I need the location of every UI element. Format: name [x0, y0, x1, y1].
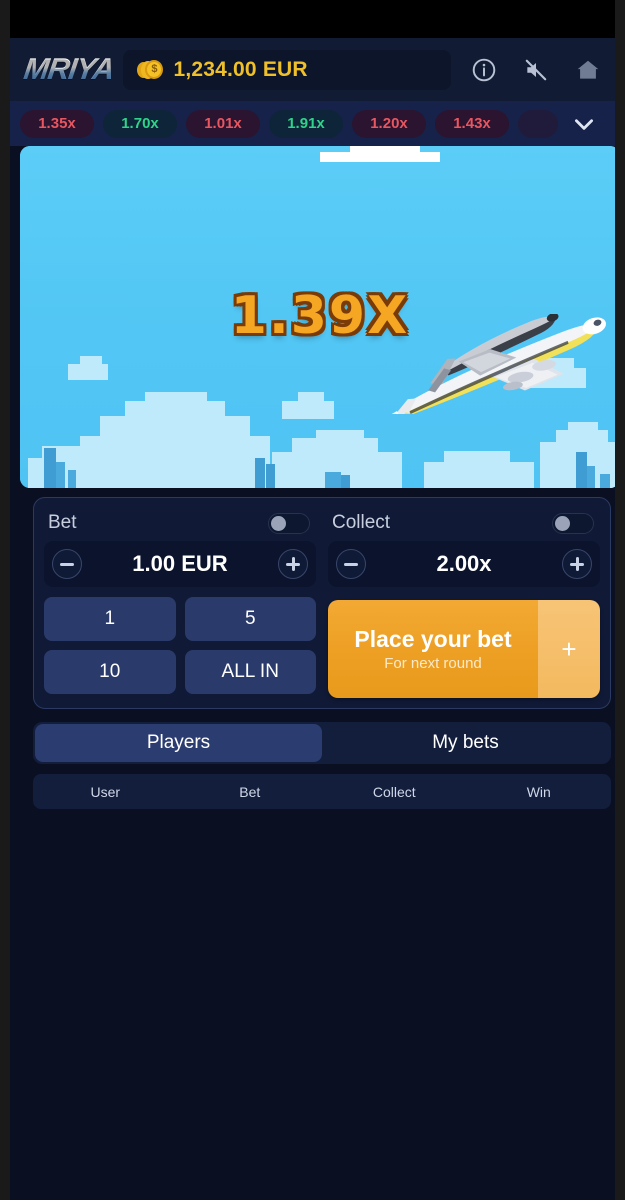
- plus-icon: [286, 557, 300, 571]
- status-bar: [10, 0, 615, 38]
- coins-icon: $: [137, 59, 164, 81]
- place-bet-title: Place your bet: [354, 626, 512, 652]
- minus-icon: [60, 562, 74, 566]
- collect-increase-button[interactable]: [562, 549, 592, 579]
- history-chip[interactable]: 1.91x: [269, 109, 343, 138]
- app-root: MRIYA $ 1,234.00 EUR 1.35x 1.70x 1.01x 1…: [10, 0, 615, 1200]
- bet-column: Bet 1.00 EUR 1 5 10 ALL IN: [44, 508, 316, 698]
- quick-bet-grid: 1 5 10 ALL IN: [44, 597, 316, 694]
- bet-column-header: Bet: [44, 508, 316, 538]
- home-icon[interactable]: [575, 57, 601, 83]
- history-chip[interactable]: 1.01x: [186, 109, 260, 138]
- coin-dollar-symbol: $: [145, 59, 164, 79]
- players-table-header: User Bet Collect Win: [33, 774, 611, 809]
- place-bet-main[interactable]: Place your bet For next round: [328, 600, 538, 698]
- bet-panel: Bet 1.00 EUR 1 5 10 ALL IN Collect 2.00x…: [33, 497, 611, 709]
- history-chip[interactable]: 1.20x: [352, 109, 426, 138]
- collect-auto-toggle[interactable]: [552, 512, 594, 534]
- history-chip[interactable]: 1.43x: [435, 109, 509, 138]
- column-header-user: User: [90, 783, 121, 800]
- place-bet-button[interactable]: Place your bet For next round +: [328, 600, 600, 698]
- history-chip[interactable]: 1.35x: [20, 109, 94, 138]
- quick-bet-5[interactable]: 5: [184, 597, 316, 641]
- sound-muted-icon[interactable]: [523, 57, 549, 83]
- place-bet-subtitle: For next round: [384, 655, 482, 672]
- quick-bet-10[interactable]: 10: [44, 650, 176, 694]
- column-header-collect: Collect: [372, 783, 416, 800]
- header-icon-group: [471, 57, 601, 83]
- bet-amount-stepper: 1.00 EUR: [44, 541, 316, 587]
- toggle-knob: [271, 515, 286, 531]
- history-expand-button[interactable]: [561, 109, 607, 139]
- chevron-down-icon: [575, 119, 593, 130]
- list-tabs: Players My bets: [33, 722, 611, 764]
- balance-amount: 1,234.00 EUR: [173, 57, 308, 81]
- bet-decrease-button[interactable]: [52, 549, 82, 579]
- app-header: MRIYA $ 1,234.00 EUR: [10, 38, 615, 101]
- collect-multiplier-stepper: 2.00x: [328, 541, 600, 587]
- add-bet-button[interactable]: +: [538, 600, 600, 698]
- collect-decrease-button[interactable]: [336, 549, 366, 579]
- bet-auto-toggle[interactable]: [268, 512, 310, 534]
- collect-multiplier-value[interactable]: 2.00x: [366, 551, 562, 577]
- multiplier-display: 1.39X: [230, 286, 410, 346]
- bet-amount-value[interactable]: 1.00 EUR: [82, 551, 278, 577]
- tab-my-bets[interactable]: My bets: [322, 724, 609, 762]
- quick-bet-all-in[interactable]: ALL IN: [184, 650, 316, 694]
- minus-icon: [344, 562, 358, 566]
- game-canvas: 1.39X: [20, 146, 615, 488]
- balance-display[interactable]: $ 1,234.00 EUR: [123, 49, 451, 90]
- bet-label: Bet: [48, 512, 77, 533]
- plus-icon: [570, 557, 584, 571]
- multiplier-history-bar: 1.35x 1.70x 1.01x 1.91x 1.20x 1.43x: [10, 101, 615, 146]
- column-header-win: Win: [526, 783, 551, 800]
- toggle-knob: [555, 515, 570, 531]
- quick-bet-1[interactable]: 1: [44, 597, 176, 641]
- collect-column: Collect 2.00x Place your bet For next ro…: [328, 508, 600, 698]
- brand-logo: MRIYA: [21, 52, 116, 86]
- history-chip-truncated[interactable]: [518, 109, 558, 138]
- collect-column-header: Collect: [328, 508, 600, 538]
- tab-players[interactable]: Players: [35, 724, 322, 762]
- info-icon[interactable]: [471, 57, 497, 83]
- collect-label: Collect: [332, 512, 391, 533]
- history-chip[interactable]: 1.70x: [103, 109, 177, 138]
- bet-increase-button[interactable]: [278, 549, 308, 579]
- column-header-bet: Bet: [239, 783, 261, 800]
